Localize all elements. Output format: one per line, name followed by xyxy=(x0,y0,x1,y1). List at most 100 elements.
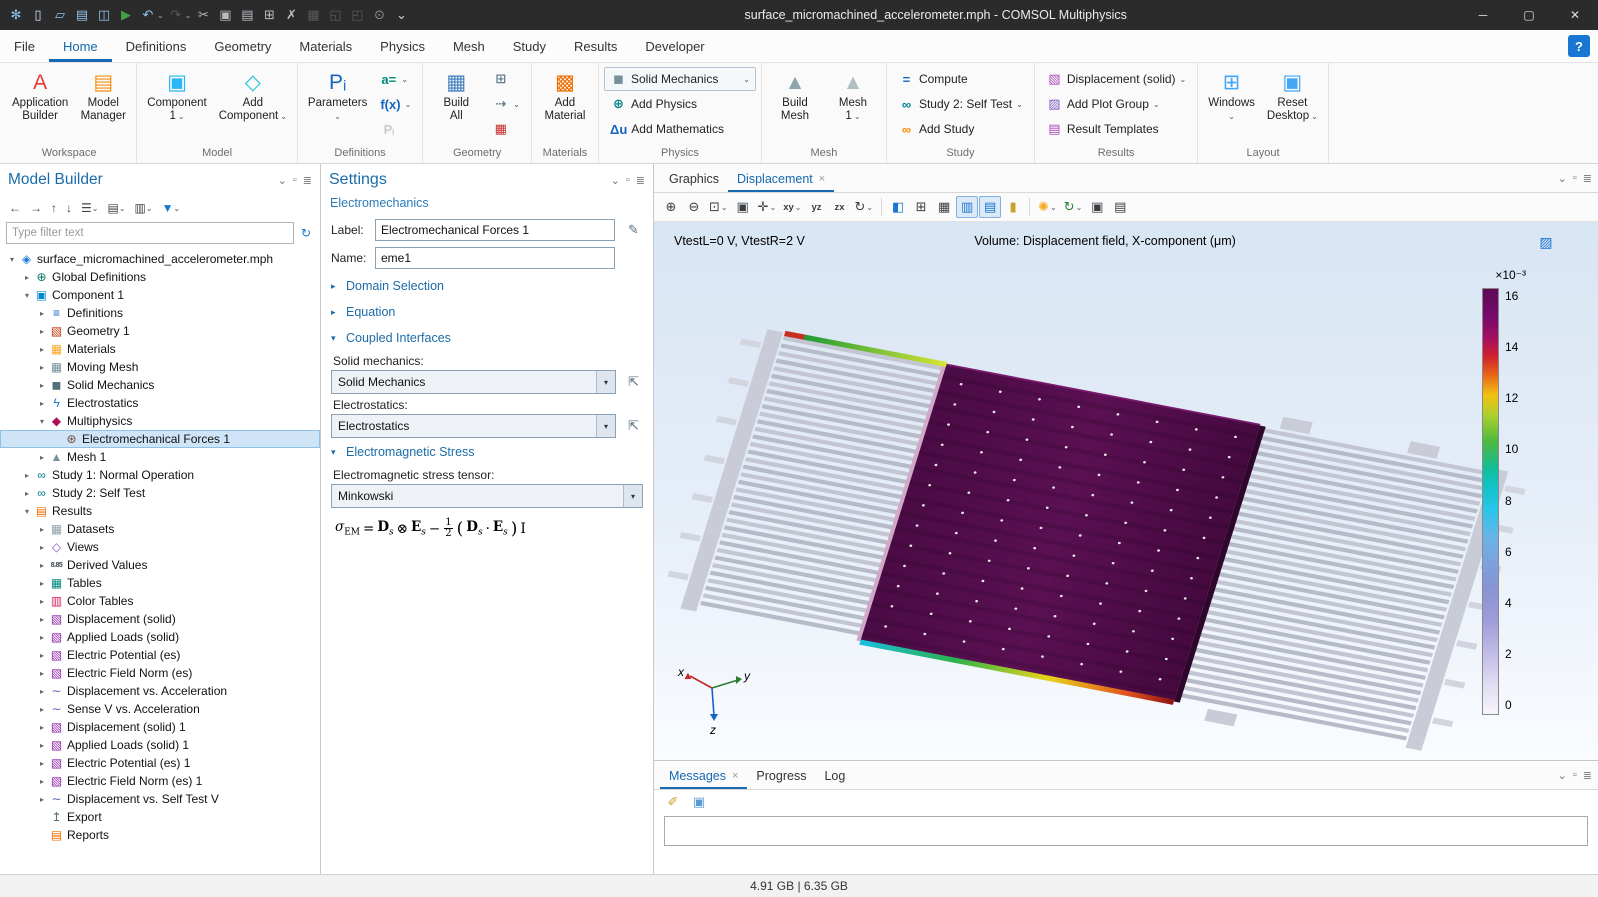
add-study-button[interactable]: ∞Add Study xyxy=(892,117,1029,141)
chevron-down-icon[interactable] xyxy=(596,415,615,437)
tree-item-export[interactable]: ↥Export xyxy=(0,808,320,826)
mesh-1-button[interactable]: ▲Mesh1⌄ xyxy=(825,65,881,126)
go-to-default-view-icon[interactable]: ✛⌄ xyxy=(755,196,780,218)
menu-mesh[interactable]: Mesh xyxy=(439,30,499,62)
build-mesh-button[interactable]: ▲BuildMesh xyxy=(767,65,823,126)
electrostatics-select[interactable]: Electrostatics xyxy=(331,414,616,438)
messages-tab-messages[interactable]: Messages xyxy=(660,764,747,789)
chevron-right-icon[interactable] xyxy=(36,453,48,462)
run-icon[interactable]: ▶ xyxy=(116,5,136,25)
tree-item-electromechanical-forces-1[interactable]: ⊛Electromechanical Forces 1 xyxy=(0,430,320,448)
messages-text-area[interactable] xyxy=(664,816,1588,846)
chevron-right-icon[interactable] xyxy=(21,489,33,498)
label-input[interactable] xyxy=(375,219,615,241)
detach-panel-icon[interactable]: ▫ xyxy=(626,174,630,187)
accelerometer-3d-view[interactable] xyxy=(654,222,1598,760)
rotate-view-icon[interactable]: ↻⌄ xyxy=(852,196,877,218)
paste-icon[interactable]: ▤ xyxy=(237,5,257,25)
tree-item-materials[interactable]: ▦Materials xyxy=(0,340,320,358)
chevron-right-icon[interactable] xyxy=(36,759,48,768)
add-component-button[interactable]: ◇AddComponent⌄ xyxy=(214,65,292,126)
chevron-right-icon[interactable] xyxy=(36,543,48,552)
reset-desktop-button[interactable]: ▣ResetDesktop⌄ xyxy=(1262,65,1323,126)
section-coupled-interfaces[interactable]: Coupled Interfaces xyxy=(321,324,653,350)
chevron-right-icon[interactable] xyxy=(36,651,48,660)
menu-developer[interactable]: Developer xyxy=(631,30,718,62)
tree-item-electric-potential-es-1[interactable]: ▧Electric Potential (es) 1 xyxy=(0,754,320,772)
open-file-icon[interactable]: ▱ xyxy=(50,5,70,25)
help-button[interactable]: ? xyxy=(1568,35,1590,57)
tree-item-displacement-solid-1[interactable]: ▧Displacement (solid) 1 xyxy=(0,718,320,736)
chevron-right-icon[interactable] xyxy=(36,795,48,804)
snapshot-icon[interactable]: ▣ xyxy=(1086,196,1108,218)
panel-menu-icon[interactable]: ≣ xyxy=(1583,769,1592,782)
chevron-right-icon[interactable] xyxy=(36,597,48,606)
tree-item-electric-potential-es[interactable]: ▧Electric Potential (es) xyxy=(0,646,320,664)
section-domain-selection[interactable]: Domain Selection xyxy=(321,272,653,298)
chevron-right-icon[interactable] xyxy=(36,399,48,408)
chevron-right-icon[interactable] xyxy=(36,615,48,624)
tree-item-electrostatics[interactable]: ϟElectrostatics xyxy=(0,394,320,412)
chevron-right-icon[interactable] xyxy=(21,273,33,282)
result-templates-button[interactable]: ▤Result Templates xyxy=(1040,117,1192,141)
zoom-box-icon[interactable]: ⊡⌄ xyxy=(706,196,731,218)
chevron-right-icon[interactable] xyxy=(36,723,48,732)
functions-button[interactable]: f(x)⌄ xyxy=(374,92,417,116)
collapse-panel-icon[interactable]: ⌄ xyxy=(1558,769,1567,782)
tree-item-definitions[interactable]: ≡Definitions xyxy=(0,304,320,322)
save-icon[interactable]: ▤ xyxy=(72,5,92,25)
section-electromagnetic-stress[interactable]: Electromagnetic Stress xyxy=(321,438,653,464)
chevron-right-icon[interactable] xyxy=(36,687,48,696)
tree-item-views[interactable]: ◇Views xyxy=(0,538,320,556)
chevron-down-icon[interactable] xyxy=(6,255,18,264)
graphics-canvas[interactable]: VtestL=0 V, VtestR=2 V Volume: Displacem… xyxy=(654,222,1598,760)
stress-tensor-select[interactable]: Minkowski xyxy=(331,484,643,508)
transparency-icon[interactable]: ◧ xyxy=(887,196,909,218)
redo-icon[interactable]: ↷ xyxy=(166,5,186,25)
view-xy-icon[interactable]: xy⌄ xyxy=(780,196,804,218)
add-mathematics-button[interactable]: ΔuAdd Mathematics xyxy=(604,117,756,141)
table-icon[interactable]: ▦ xyxy=(933,196,955,218)
tree-item-moving-mesh[interactable]: ▦Moving Mesh xyxy=(0,358,320,376)
chevron-down-icon[interactable] xyxy=(623,485,642,507)
node-text-icon[interactable]: ▤⌄ xyxy=(104,200,128,216)
print-icon[interactable]: ▤ xyxy=(1109,196,1131,218)
graphics-tab-graphics[interactable]: Graphics xyxy=(660,167,728,192)
undo-icon[interactable]: ↶ xyxy=(138,5,158,25)
close-button[interactable]: ✕ xyxy=(1552,0,1598,30)
plot-in-table-icon[interactable]: ▥ xyxy=(956,196,978,218)
section-equation[interactable]: Equation xyxy=(321,298,653,324)
tree-item-mesh-1[interactable]: ▲Mesh 1 xyxy=(0,448,320,466)
detach-panel-icon[interactable]: ▫ xyxy=(1573,769,1577,782)
tree-item-displacement-vs-self-test-v[interactable]: ∼Displacement vs. Self Test V xyxy=(0,790,320,808)
chevron-down-icon[interactable] xyxy=(36,417,48,426)
menu-results[interactable]: Results xyxy=(560,30,631,62)
tree-item-datasets[interactable]: ▦Datasets xyxy=(0,520,320,538)
tree-item-study-2-self-test[interactable]: ∞Study 2: Self Test xyxy=(0,484,320,502)
chevron-right-icon[interactable] xyxy=(36,561,48,570)
panel-menu-icon[interactable]: ≣ xyxy=(1583,172,1592,185)
refresh-filter-icon[interactable]: ↻ xyxy=(298,225,314,241)
zoom-extents-icon[interactable]: ▣ xyxy=(732,196,754,218)
model-manager-button[interactable]: ▤ModelManager xyxy=(75,65,131,126)
tree-item-study-1-normal-operation[interactable]: ∞Study 1: Normal Operation xyxy=(0,466,320,484)
parameter-case-button[interactable]: Pᵢ xyxy=(374,117,417,141)
windows-button[interactable]: ⊞Windows⌄ xyxy=(1203,65,1260,126)
show-options-icon[interactable]: ☰⌄ xyxy=(78,200,101,216)
back-icon[interactable]: ← xyxy=(6,200,24,216)
variables-button[interactable]: a=⌄ xyxy=(374,67,417,91)
clear-messages-icon[interactable]: ✐ xyxy=(662,791,684,813)
chevron-right-icon[interactable] xyxy=(36,381,48,390)
chevron-right-icon[interactable] xyxy=(36,525,48,534)
chevron-down-icon[interactable] xyxy=(21,291,33,300)
chevron-right-icon[interactable] xyxy=(36,669,48,678)
edit-node-label-icon[interactable]: ✎ xyxy=(621,219,643,241)
comsol-logo-icon[interactable]: ✻ xyxy=(6,5,26,25)
detach-panel-icon[interactable]: ▫ xyxy=(293,174,297,187)
minimize-button[interactable]: ─ xyxy=(1460,0,1506,30)
cut-icon[interactable]: ✂ xyxy=(193,5,213,25)
tree-item-derived-values[interactable]: 8.85Derived Values xyxy=(0,556,320,574)
scene-light-icon[interactable]: ✺⌄ xyxy=(1035,196,1060,218)
settings-grid-icon[interactable]: ▦ xyxy=(303,5,323,25)
messages-tab-progress[interactable]: Progress xyxy=(747,764,815,789)
